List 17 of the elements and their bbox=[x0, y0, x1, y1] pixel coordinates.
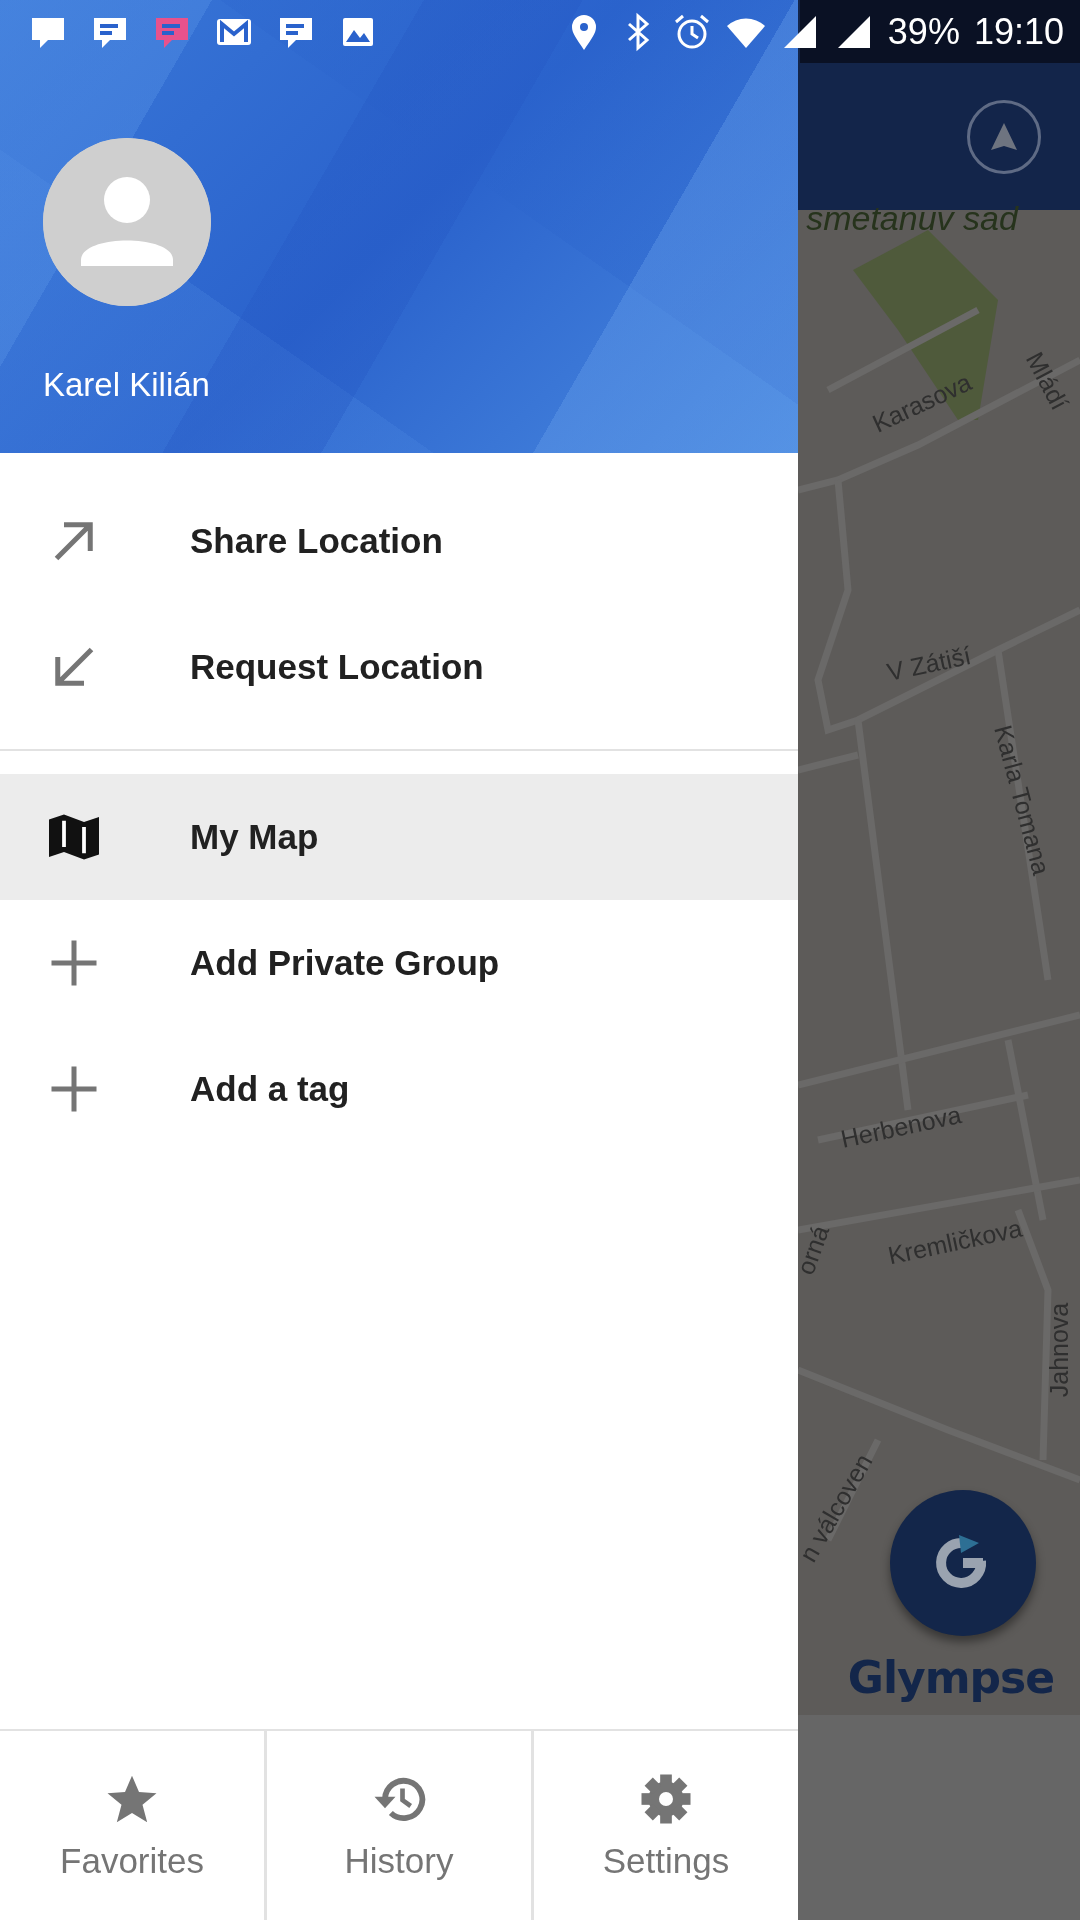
street-label: Herbenova bbox=[838, 1100, 964, 1154]
menu-item[interactable]: Add Private Group bbox=[0, 900, 798, 1026]
street-label: orná bbox=[798, 1221, 836, 1279]
battery-percent: 39% bbox=[887, 10, 960, 53]
park-label: smetanuv sad bbox=[806, 198, 1018, 238]
avatar-icon[interactable] bbox=[43, 138, 211, 306]
clock-time: 19:10 bbox=[973, 10, 1064, 53]
menu-item[interactable]: Request Location bbox=[0, 604, 798, 730]
menu-item[interactable]: Share Location bbox=[0, 478, 798, 604]
nav-button[interactable]: Favorites bbox=[0, 1731, 264, 1920]
user-name: Karel Kilián bbox=[43, 366, 210, 404]
street-label: Karla Tomana bbox=[988, 721, 1056, 879]
menu-item[interactable]: Add a tag bbox=[0, 1026, 798, 1152]
menu-item[interactable]: My Map bbox=[0, 774, 798, 900]
nav-button[interactable]: History bbox=[264, 1731, 531, 1920]
navigation-button[interactable] bbox=[967, 100, 1041, 174]
brand-logo: Glympse bbox=[847, 1651, 1055, 1703]
